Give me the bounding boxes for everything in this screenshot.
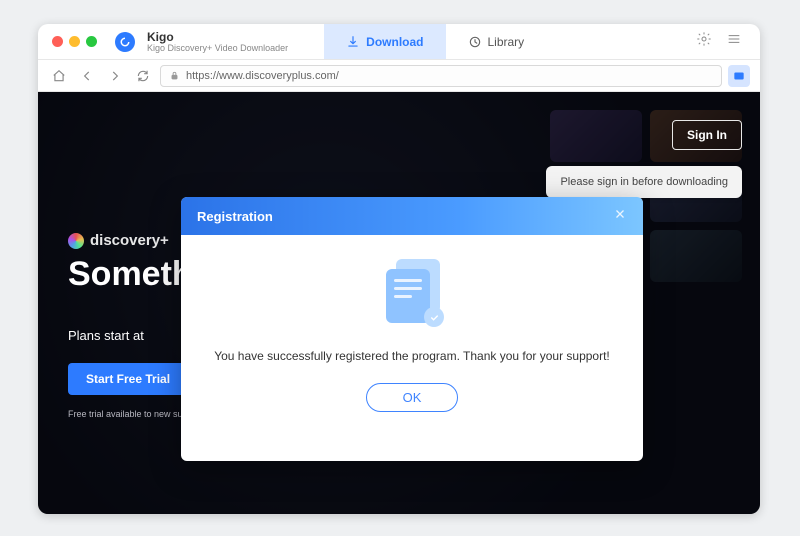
- key-icon: [732, 69, 746, 83]
- ok-label: OK: [403, 390, 422, 405]
- app-window: Kigo Kigo Discovery+ Video Downloader Do…: [38, 24, 760, 514]
- close-icon: [613, 207, 627, 221]
- main-tabs: Download Library: [324, 24, 546, 59]
- home-icon: [52, 69, 66, 83]
- titlebar-right-actions: [696, 31, 752, 52]
- modal-close-button[interactable]: [613, 207, 627, 226]
- back-button[interactable]: [76, 65, 98, 87]
- fullscreen-window-button[interactable]: [86, 36, 97, 47]
- clock-icon: [468, 35, 482, 49]
- sign-in-button[interactable]: Sign In: [672, 120, 742, 150]
- modal-title: Registration: [197, 209, 273, 224]
- address-bar[interactable]: https://www.discoveryplus.com/: [160, 65, 722, 87]
- tab-library-label: Library: [488, 35, 525, 49]
- lock-icon: [169, 70, 180, 81]
- sign-in-label: Sign In: [687, 128, 727, 142]
- tab-library[interactable]: Library: [446, 24, 547, 59]
- discovery-logo-icon: [68, 233, 84, 249]
- modal-body: You have successfully registered the pro…: [181, 235, 643, 461]
- window-controls: [46, 36, 103, 47]
- reload-icon: [136, 69, 150, 83]
- tab-download-label: Download: [366, 35, 423, 49]
- gear-icon: [696, 31, 712, 47]
- content-tile[interactable]: [650, 230, 742, 282]
- minimize-window-button[interactable]: [69, 36, 80, 47]
- start-trial-button[interactable]: Start Free Trial: [68, 363, 188, 395]
- sign-in-tooltip: Please sign in before downloading: [546, 166, 742, 198]
- download-icon: [346, 35, 360, 49]
- modal-message: You have successfully registered the pro…: [214, 349, 610, 363]
- tooltip-text: Please sign in before downloading: [560, 176, 728, 188]
- hamburger-icon: [726, 31, 742, 47]
- app-name: Kigo: [147, 31, 288, 43]
- document-check-icon: [384, 259, 440, 323]
- close-window-button[interactable]: [52, 36, 63, 47]
- cta-label: Start Free Trial: [86, 372, 170, 386]
- brand-name: discovery+: [90, 232, 169, 249]
- content-tile[interactable]: [550, 110, 642, 162]
- address-url: https://www.discoveryplus.com/: [186, 70, 339, 82]
- reload-button[interactable]: [132, 65, 154, 87]
- app-logo-icon: [115, 32, 135, 52]
- tab-download[interactable]: Download: [324, 24, 445, 59]
- chevron-right-icon: [108, 69, 122, 83]
- chevron-left-icon: [80, 69, 94, 83]
- registration-modal: Registration You have successfully regis…: [181, 197, 643, 461]
- key-button[interactable]: [728, 65, 750, 87]
- app-subtitle: Kigo Discovery+ Video Downloader: [147, 44, 288, 53]
- app-title-block: Kigo Kigo Discovery+ Video Downloader: [147, 31, 288, 53]
- title-bar: Kigo Kigo Discovery+ Video Downloader Do…: [38, 24, 760, 60]
- menu-button[interactable]: [726, 31, 742, 52]
- modal-header: Registration: [181, 197, 643, 235]
- home-button[interactable]: [48, 65, 70, 87]
- ok-button[interactable]: OK: [366, 383, 459, 412]
- settings-button[interactable]: [696, 31, 712, 52]
- page-content: Sign In Please sign in before downloadin…: [38, 92, 760, 514]
- browser-toolbar: https://www.discoveryplus.com/: [38, 60, 760, 92]
- forward-button[interactable]: [104, 65, 126, 87]
